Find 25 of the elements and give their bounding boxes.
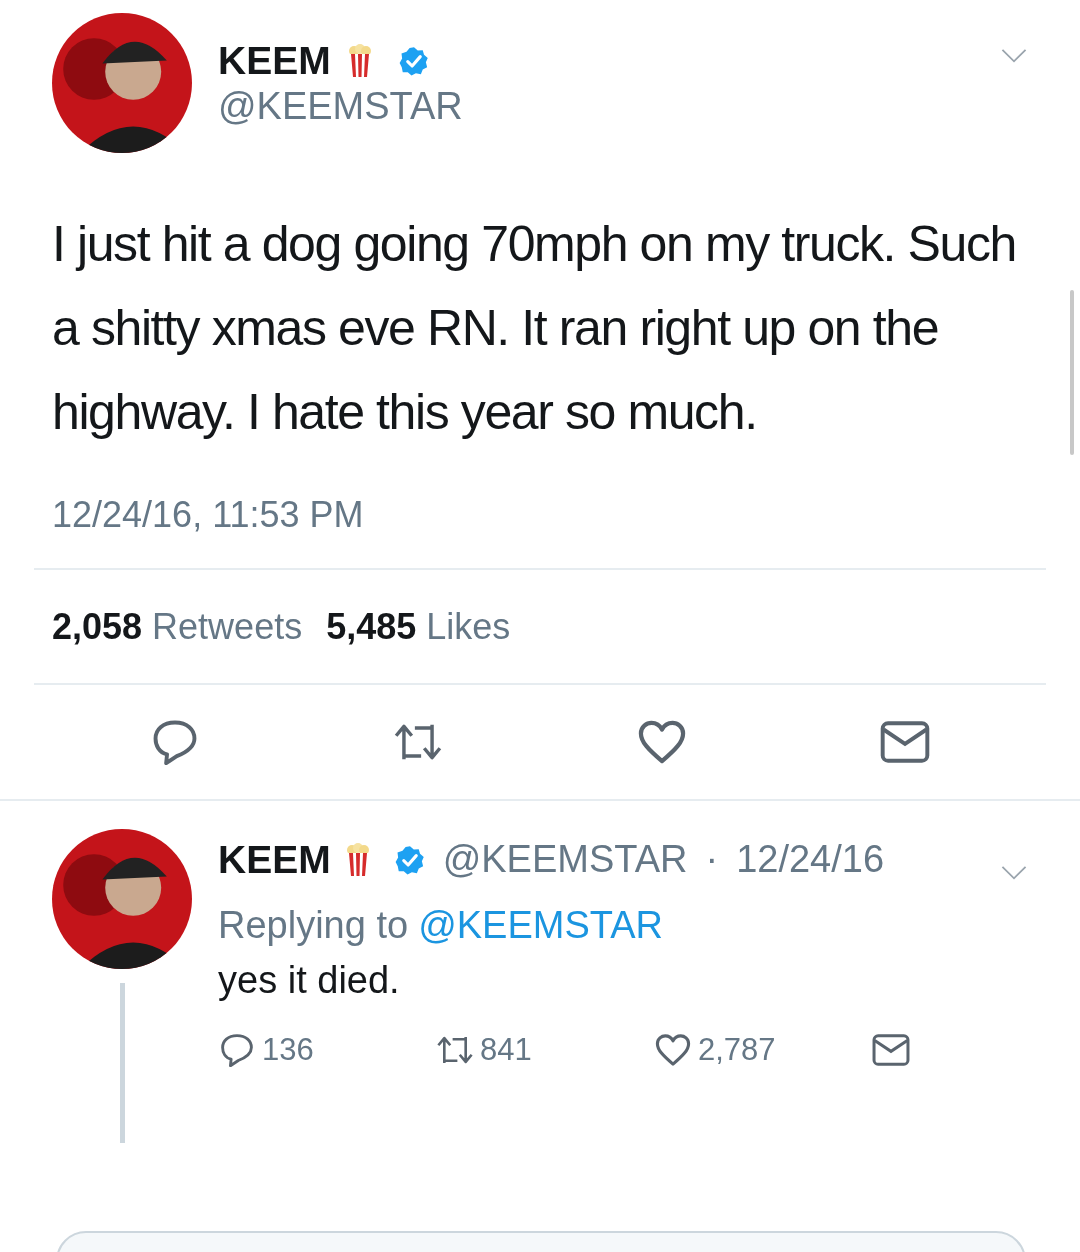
display-name[interactable]: KEEM bbox=[218, 837, 331, 882]
like-count: 2,787 bbox=[698, 1032, 776, 1068]
like-count[interactable]: 5,485 bbox=[326, 605, 417, 648]
heart-icon[interactable] bbox=[654, 1033, 692, 1067]
display-name[interactable]: KEEM bbox=[218, 38, 331, 83]
retweet-count: 841 bbox=[480, 1032, 532, 1068]
verified-badge-icon bbox=[394, 844, 425, 875]
tweet-text: I just hit a dog going 70mph on my truck. Such a shitty xmas eve RN. It ran right up on the highway. I hate this year so much. bbox=[52, 215, 1017, 442]
retweet-count[interactable]: 2,058 bbox=[52, 605, 143, 648]
username[interactable]: @KEEMSTAR bbox=[442, 838, 688, 881]
envelope-icon[interactable] bbox=[880, 719, 930, 765]
replying-label: Replying to bbox=[218, 904, 409, 947]
reply-count: 136 bbox=[262, 1032, 314, 1068]
reply-text: yes it died. bbox=[218, 959, 401, 1002]
reply-icon[interactable] bbox=[218, 1033, 256, 1067]
likes-label[interactable]: Likes bbox=[426, 605, 511, 648]
separator-dot: · bbox=[705, 838, 719, 881]
username[interactable]: @KEEMSTAR bbox=[218, 84, 974, 128]
retweets-label[interactable]: Retweets bbox=[152, 605, 303, 648]
verified-badge-icon bbox=[398, 45, 429, 76]
heart-icon[interactable] bbox=[636, 719, 687, 765]
envelope-icon[interactable] bbox=[872, 1033, 910, 1067]
mention-link[interactable]: @KEEMSTAR bbox=[418, 904, 663, 947]
reply-date: 12/24/16 bbox=[736, 838, 885, 881]
timestamp: 12/24/16, 11:53 PM bbox=[52, 494, 365, 536]
